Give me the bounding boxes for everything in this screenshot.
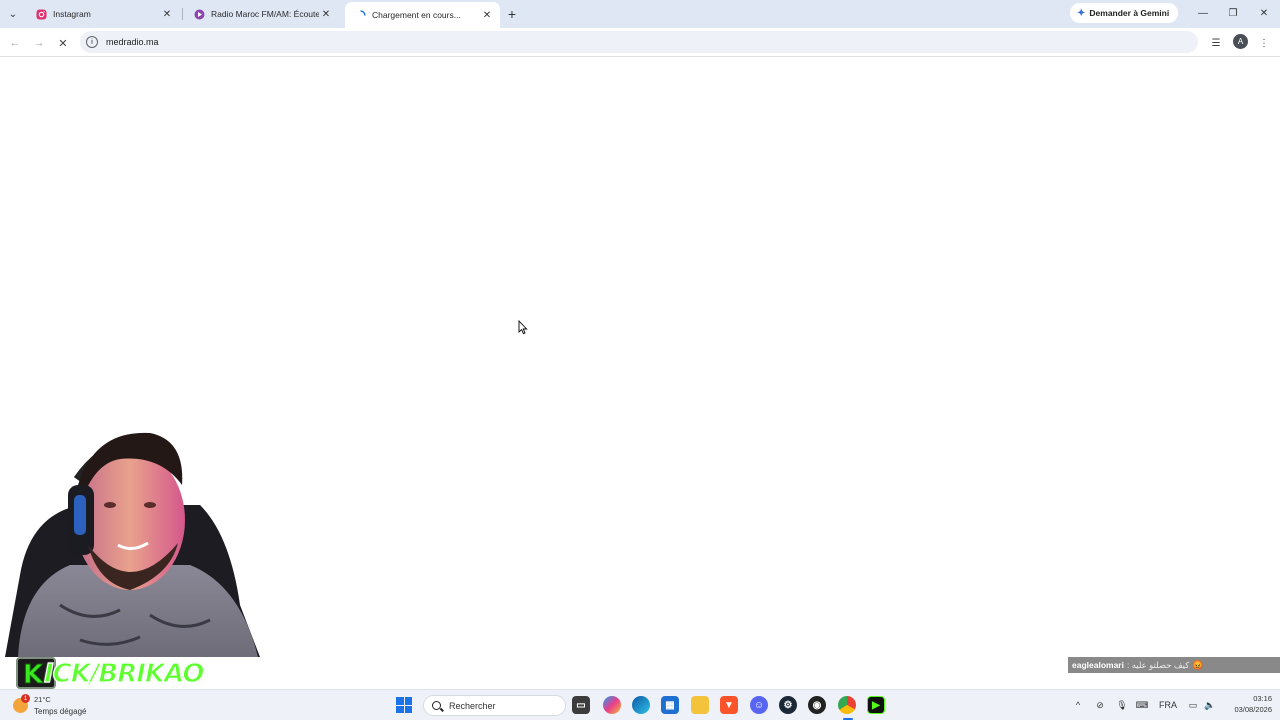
profile-avatar[interactable]: A	[1233, 34, 1248, 49]
site-info-icon[interactable]: i	[86, 36, 98, 48]
system-clock[interactable]: 03:16 03/08/2026	[1222, 693, 1272, 718]
close-icon: ✕	[58, 37, 68, 50]
windows-logo-icon	[404, 705, 412, 713]
kick-logo-letter: K	[22, 660, 44, 691]
chat-username: eaglealomari	[1072, 660, 1124, 670]
tab-separator	[182, 8, 183, 20]
edge-icon[interactable]	[632, 696, 650, 714]
new-tab-button[interactable]: +	[503, 5, 521, 23]
steam-icon[interactable]: ⚙	[779, 696, 797, 714]
address-bar[interactable]: i medradio.ma	[80, 31, 1198, 53]
instagram-icon	[36, 9, 47, 20]
chat-emoji: 😡	[1192, 659, 1204, 670]
notification-badge: 1	[21, 694, 30, 703]
keyboard-icon[interactable]: ⌨	[1135, 698, 1149, 712]
display-icon[interactable]: ▭	[1186, 698, 1200, 712]
windows-taskbar: 1 21°C Temps dégagé Rechercher ▭ ▦ ▼ ☺ ⚙…	[0, 689, 1280, 720]
arrow-right-icon: →	[33, 37, 45, 49]
close-tab-icon[interactable]: ✕	[319, 7, 333, 21]
media-controls-button[interactable]: ☰	[1207, 34, 1225, 52]
windows-logo-icon	[396, 697, 404, 705]
back-button[interactable]: ←	[6, 34, 24, 52]
tab-strip: ⌄ Instagram ✕ Radio Maroc FM/AM: Écouter…	[0, 0, 1280, 28]
chat-message-text: : ‎كيف حصلتو عليه	[1126, 659, 1190, 670]
task-view-icon[interactable]: ▭	[572, 696, 590, 714]
microphone-icon[interactable]: 🎙	[1115, 698, 1129, 712]
weather-temperature: 21°C	[34, 695, 51, 704]
tab-title: Radio Maroc FM/AM: Écouter e	[211, 9, 319, 19]
store-icon[interactable]: ▦	[661, 696, 679, 714]
start-button[interactable]	[396, 697, 412, 713]
kick-channel-name: ICK/BRIKAO	[43, 658, 205, 689]
close-tab-icon[interactable]: ✕	[160, 7, 174, 21]
tab-radio-maroc[interactable]: Radio Maroc FM/AM: Écouter e ✕	[184, 3, 339, 25]
chrome-icon[interactable]	[838, 696, 856, 714]
chevron-down-icon: ⌄	[8, 8, 18, 20]
chat-message-bar: eaglealomari : ‎كيف حصلتو عليه 😡	[1068, 657, 1280, 673]
mouse-cursor-icon	[518, 319, 528, 340]
kick-app-icon[interactable]: ▶	[867, 696, 885, 714]
url-text: medradio.ma	[106, 37, 159, 47]
language-indicator[interactable]: FRA	[1158, 698, 1178, 712]
weather-condition: Temps dégagé	[34, 707, 87, 716]
ask-gemini-button[interactable]: ✦ Demander à Gemini	[1070, 3, 1179, 23]
forward-button[interactable]: →	[30, 34, 48, 52]
webcam-overlay	[0, 425, 265, 657]
playlist-icon: ☰	[1211, 37, 1221, 49]
minimize-icon: —	[1198, 7, 1208, 19]
gemini-label: Demander à Gemini	[1089, 8, 1170, 18]
clock-time: 03:16	[1253, 694, 1272, 703]
radio-icon	[194, 9, 205, 20]
tab-instagram[interactable]: Instagram ✕	[26, 3, 180, 25]
obs-icon[interactable]: ◉	[808, 696, 826, 714]
clock-date: 03/08/2026	[1234, 705, 1272, 714]
stop-loading-button[interactable]: ✕	[54, 34, 72, 52]
close-window-button[interactable]: ✕	[1253, 4, 1275, 22]
volume-icon[interactable]: 🔈	[1203, 698, 1217, 712]
browser-menu-button[interactable]: ⋮	[1255, 34, 1273, 52]
language-label: FRA	[1159, 700, 1177, 710]
search-icon	[432, 701, 441, 710]
tab-search-button[interactable]: ⌄	[4, 5, 22, 23]
plus-icon: +	[507, 6, 517, 22]
search-placeholder: Rechercher	[449, 700, 496, 711]
gemini-sparkle-icon: ✦	[1077, 7, 1086, 19]
taskbar-search[interactable]: Rechercher	[423, 695, 566, 716]
windows-logo-icon	[396, 705, 404, 713]
chevron-up-icon: ^	[1075, 700, 1081, 710]
minimize-button[interactable]: —	[1192, 4, 1214, 22]
browser-toolbar: ← → ✕ i medradio.ma ☰ ⋮	[0, 28, 1280, 57]
tab-loading[interactable]: Chargement en cours... ✕	[345, 2, 500, 28]
avatar-initial: A	[1237, 37, 1244, 46]
close-icon: ✕	[1259, 7, 1269, 19]
brave-icon[interactable]: ▼	[720, 696, 738, 714]
file-explorer-icon[interactable]	[691, 696, 709, 714]
restore-icon: ❐	[1228, 7, 1238, 19]
windows-logo-icon	[404, 697, 412, 705]
kebab-menu-icon: ⋮	[1259, 37, 1269, 49]
discord-icon[interactable]: ☺	[750, 696, 768, 714]
show-hidden-icons-button[interactable]: ^	[1072, 698, 1084, 712]
kick-channel-banner: K ICK/BRIKAO	[16, 657, 280, 691]
copilot-icon[interactable]	[603, 696, 621, 714]
tab-title: Instagram	[53, 9, 91, 19]
network-off-icon[interactable]: ⊘	[1093, 698, 1107, 712]
arrow-left-icon: ←	[9, 37, 21, 49]
restore-button[interactable]: ❐	[1222, 4, 1244, 22]
screen: ⌄ Instagram ✕ Radio Maroc FM/AM: Écouter…	[0, 0, 1280, 720]
close-tab-icon[interactable]: ✕	[480, 8, 494, 22]
tab-title: Chargement en cours...	[372, 10, 461, 20]
weather-widget[interactable]: 1 21°C Temps dégagé	[10, 693, 110, 718]
loading-spinner-icon	[355, 9, 366, 21]
